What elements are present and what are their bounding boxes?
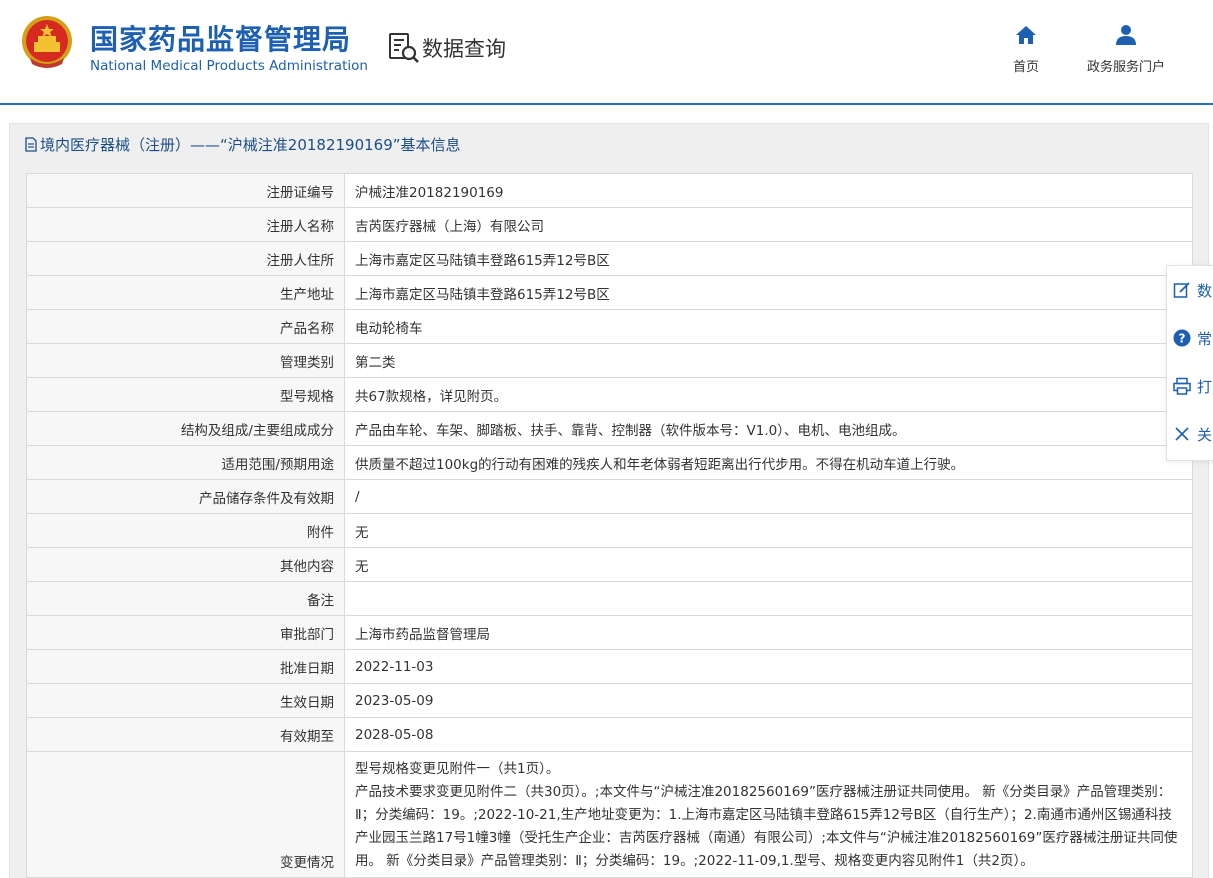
table-row: 适用范围/预期用途 供质量不超过100kg的行动有困难的残疾人和年老体弱者短距离出…	[26, 445, 1193, 480]
national-emblem-logo	[22, 16, 72, 68]
table-row: 生效日期 2023-05-09	[26, 683, 1193, 718]
home-icon	[1016, 26, 1036, 44]
field-label: 适用范围/预期用途	[26, 445, 345, 480]
page-title: 境内医疗器械（注册）——“沪械注准20182190169”基本信息	[24, 130, 461, 158]
field-label: 附件	[26, 513, 345, 548]
field-value: 共67款规格，详见附页。	[344, 377, 1193, 412]
field-value: 2028-05-08	[344, 717, 1193, 752]
side-tool-print[interactable]: 打	[1173, 373, 1212, 399]
field-label: 审批部门	[26, 615, 345, 650]
side-tool-data[interactable]: 数	[1173, 277, 1212, 303]
field-label: 型号规格	[26, 377, 345, 412]
brand-name-en: National Medical Products Administration	[90, 58, 368, 74]
user-icon	[1116, 25, 1136, 45]
print-icon	[1173, 377, 1191, 395]
edit-icon	[1173, 282, 1190, 298]
side-tool-close-label: 关	[1197, 425, 1213, 444]
nav-home[interactable]: 首页	[1004, 24, 1048, 75]
field-value: 沪械注准20182190169	[344, 173, 1193, 208]
field-label: 产品名称	[26, 309, 345, 344]
field-value: 供质量不超过100kg的行动有困难的残疾人和年老体弱者短距离出行代步用。不得在机…	[344, 445, 1193, 480]
side-toolbar: 数 ? 常 打 关	[1166, 265, 1213, 461]
document-search-icon	[389, 33, 419, 63]
table-row: 其他内容无	[26, 547, 1193, 582]
field-value: 产品由车轮、车架、脚踏板、扶手、靠背、控制器（软件版本号：V1.0）、电机、电池…	[344, 411, 1193, 446]
field-label: 变更情况	[26, 751, 345, 878]
side-tool-close[interactable]: 关	[1173, 421, 1212, 447]
table-row: 注册证编号 沪械注准20182190169	[26, 173, 1193, 208]
field-value: 无	[344, 547, 1193, 582]
field-value: 上海市嘉定区马陆镇丰登路615弄12号B区	[344, 275, 1193, 310]
table-row: 产品名称 电动轮椅车	[26, 309, 1193, 344]
data-query-label: 数据查询	[422, 37, 506, 61]
table-row: 审批部门 上海市药品监督管理局	[26, 615, 1193, 650]
data-query-link[interactable]: 数据查询	[388, 31, 506, 65]
side-tool-faq-label: 常	[1197, 329, 1213, 348]
field-label: 产品储存条件及有效期	[26, 479, 345, 514]
field-label: 注册人住所	[26, 241, 345, 276]
change-history-line: 产品技术要求变更见附件二（共30页）。;本文件与“沪械注准20182560169…	[355, 784, 1178, 869]
table-row: 备注	[26, 581, 1193, 616]
table-row: 结构及组成/主要组成成分 产品由车轮、车架、脚踏板、扶手、靠背、控制器（软件版本号…	[26, 411, 1193, 446]
table-row: 注册人住所 上海市嘉定区马陆镇丰登路615弄12号B区	[26, 241, 1193, 276]
field-label: 其他内容	[26, 547, 345, 582]
table-row: 型号规格 共67款规格，详见附页。	[26, 377, 1193, 412]
nav-home-label: 首页	[1012, 60, 1039, 75]
field-label: 注册证编号	[26, 173, 345, 208]
table-row: 产品储存条件及有效期 /	[26, 479, 1193, 514]
field-value: 上海市药品监督管理局	[344, 615, 1193, 650]
field-value: 电动轮椅车	[344, 309, 1193, 344]
nav-gov-service-portal[interactable]: 政务服务门户	[1078, 24, 1174, 75]
field-value: 上海市嘉定区马陆镇丰登路615弄12号B区	[344, 241, 1193, 276]
field-label: 生产地址	[26, 275, 345, 310]
field-label: 批准日期	[26, 649, 345, 684]
svg-text:?: ?	[1179, 332, 1186, 346]
close-icon	[1175, 427, 1189, 441]
field-value: 无	[344, 513, 1193, 548]
table-row: 生产地址 上海市嘉定区马陆镇丰登路615弄12号B区	[26, 275, 1193, 310]
table-row: 批准日期 2022-11-03	[26, 649, 1193, 684]
field-label: 结构及组成/主要组成成分	[26, 411, 345, 446]
page-title-text: 境内医疗器械（注册）——“沪械注准20182190169”基本信息	[40, 135, 461, 154]
field-value: 2022-11-03	[344, 649, 1193, 684]
field-value: /	[344, 479, 1193, 514]
nav-portal-label: 政务服务门户	[1086, 60, 1165, 75]
help-icon: ?	[1173, 329, 1191, 347]
table-row: 注册人名称 吉芮医疗器械（上海）有限公司	[26, 207, 1193, 242]
change-history-line: 型号规格变更见附件一（共1页）。	[355, 761, 560, 777]
field-value: 第二类	[344, 343, 1193, 378]
field-value: 吉芮医疗器械（上海）有限公司	[344, 207, 1193, 242]
field-label: 注册人名称	[26, 207, 345, 242]
registration-info-table: 注册证编号 沪械注准20182190169 注册人名称 吉芮医疗器械（上海）有限公司注…	[26, 173, 1193, 878]
brand-name-cn: 国家药品监督管理局	[90, 23, 352, 56]
field-label: 有效期至	[26, 717, 345, 752]
detail-panel: 境内医疗器械（注册）——“沪械注准20182190169”基本信息 注册证编号沪…	[9, 123, 1209, 878]
table-row: 有效期至 2028-05-08	[26, 717, 1193, 752]
side-tool-faq[interactable]: ? 常	[1173, 325, 1212, 351]
field-label: 管理类别	[26, 343, 345, 378]
change-history-value: 型号规格变更见附件一（共1页）。产品技术要求变更见附件二（共30页）。;本文件与…	[344, 751, 1193, 878]
field-value: 2023-05-09	[344, 683, 1193, 718]
field-label: 备注	[26, 581, 345, 616]
field-label: 生效日期	[26, 683, 345, 718]
table-row: 附件无	[26, 513, 1193, 548]
side-tool-data-label: 数	[1197, 281, 1213, 300]
header-divider	[0, 103, 1213, 105]
field-value	[344, 581, 1193, 616]
side-tool-print-label: 打	[1197, 377, 1213, 396]
site-header: 国家药品监督管理局 National Medical Products Admi…	[0, 0, 1213, 103]
document-icon	[25, 136, 37, 152]
table-row: 管理类别 第二类	[26, 343, 1193, 378]
table-row-change-history: 变更情况 型号规格变更见附件一（共1页）。产品技术要求变更见附件二（共30页）。;…	[26, 751, 1193, 878]
